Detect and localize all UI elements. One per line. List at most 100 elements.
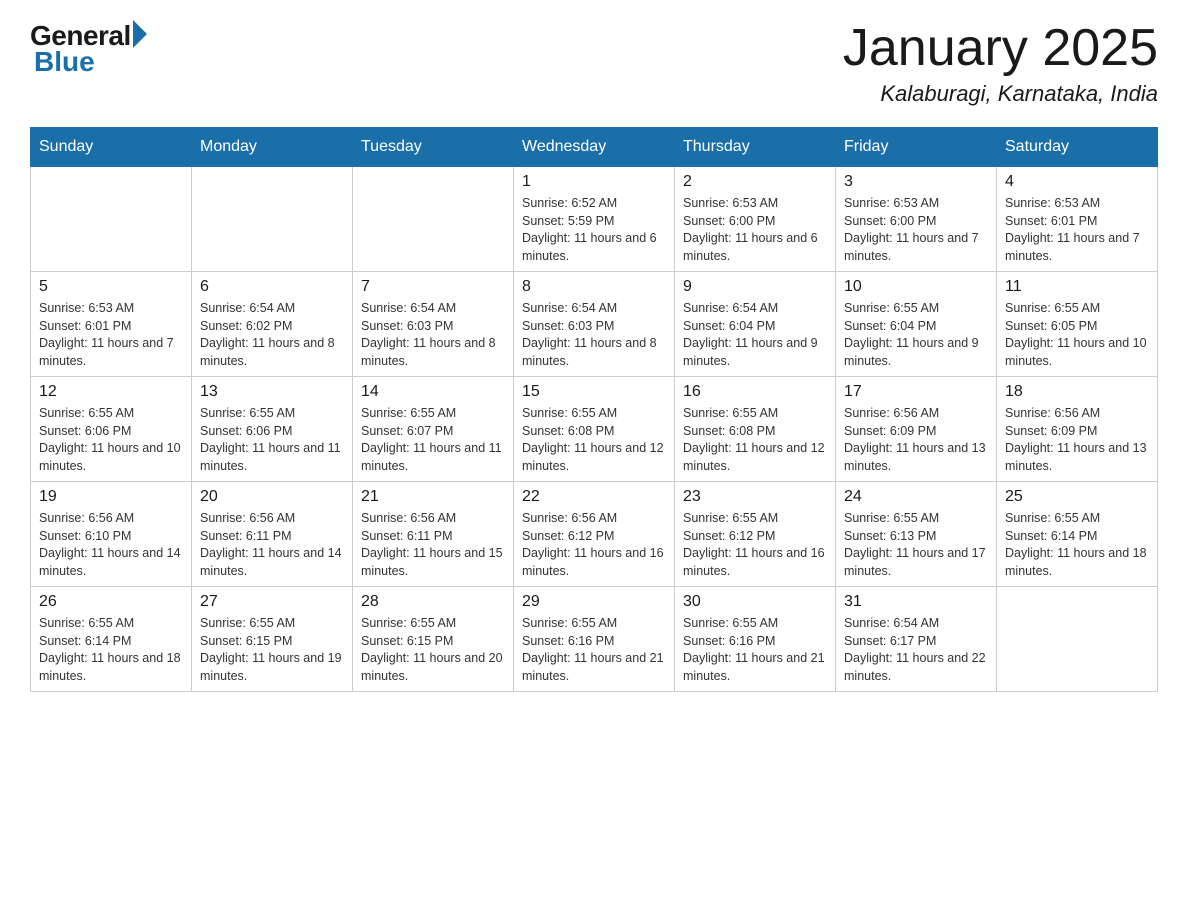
day-info: Sunrise: 6:56 AMSunset: 6:09 PMDaylight:… <box>1005 405 1149 475</box>
day-number: 27 <box>200 593 344 611</box>
day-number: 5 <box>39 278 183 296</box>
day-info: Sunrise: 6:56 AMSunset: 6:11 PMDaylight:… <box>200 510 344 580</box>
calendar-cell: 6Sunrise: 6:54 AMSunset: 6:02 PMDaylight… <box>192 272 353 377</box>
calendar-cell: 30 Sunrise: 6:55 AMSunset: 6:16 PMDayligh… <box>675 587 836 692</box>
calendar-cell: 14 Sunrise: 6:55 AMSunset: 6:07 PMDayligh… <box>353 377 514 482</box>
weekday-header-row: SundayMondayTuesdayWednesdayThursdayFrid… <box>31 128 1158 167</box>
day-info: Sunrise: 6:54 AMSunset: 6:04 PMDaylight:… <box>683 300 827 370</box>
day-info: Sunrise: 6:55 AMSunset: 6:14 PMDaylight:… <box>39 615 183 685</box>
day-number: 6 <box>200 278 344 296</box>
day-info: Sunrise: 6:54 AMSunset: 6:03 PMDaylight:… <box>522 300 666 370</box>
day-number: 28 <box>361 593 505 611</box>
day-number: 13 <box>200 383 344 401</box>
day-info: Sunrise: 6:54 AMSunset: 6:03 PMDaylight:… <box>361 300 505 370</box>
calendar-cell: 18 Sunrise: 6:56 AMSunset: 6:09 PMDayligh… <box>997 377 1158 482</box>
day-info: Sunrise: 6:56 AMSunset: 6:12 PMDaylight:… <box>522 510 666 580</box>
calendar-week-row: 12 Sunrise: 6:55 AMSunset: 6:06 PMDayligh… <box>31 377 1158 482</box>
day-number: 20 <box>200 488 344 506</box>
day-info: Sunrise: 6:53 AMSunset: 6:00 PMDaylight:… <box>683 195 827 265</box>
day-number: 1 <box>522 173 666 191</box>
calendar-cell: 7Sunrise: 6:54 AMSunset: 6:03 PMDaylight… <box>353 272 514 377</box>
calendar-table: SundayMondayTuesdayWednesdayThursdayFrid… <box>30 127 1158 692</box>
weekday-header-sunday: Sunday <box>31 128 192 167</box>
page-header: General Blue January 2025 Kalaburagi, Ka… <box>30 20 1158 107</box>
month-title: January 2025 <box>843 20 1158 77</box>
weekday-header-saturday: Saturday <box>997 128 1158 167</box>
calendar-cell: 13 Sunrise: 6:55 AMSunset: 6:06 PMDayligh… <box>192 377 353 482</box>
day-info: Sunrise: 6:55 AMSunset: 6:12 PMDaylight:… <box>683 510 827 580</box>
day-number: 10 <box>844 278 988 296</box>
calendar-cell: 16 Sunrise: 6:55 AMSunset: 6:08 PMDayligh… <box>675 377 836 482</box>
location-text: Kalaburagi, Karnataka, India <box>843 81 1158 107</box>
weekday-header-tuesday: Tuesday <box>353 128 514 167</box>
calendar-week-row: 5 Sunrise: 6:53 AMSunset: 6:01 PMDaylight… <box>31 272 1158 377</box>
day-number: 25 <box>1005 488 1149 506</box>
weekday-header-monday: Monday <box>192 128 353 167</box>
day-number: 18 <box>1005 383 1149 401</box>
logo-blue-text: Blue <box>34 46 95 78</box>
day-number: 24 <box>844 488 988 506</box>
day-info: Sunrise: 6:55 AMSunset: 6:16 PMDaylight:… <box>522 615 666 685</box>
day-info: Sunrise: 6:55 AMSunset: 6:08 PMDaylight:… <box>683 405 827 475</box>
calendar-cell: 28Sunrise: 6:55 AMSunset: 6:15 PMDayligh… <box>353 587 514 692</box>
calendar-cell: 3Sunrise: 6:53 AMSunset: 6:00 PMDaylight… <box>836 167 997 272</box>
day-info: Sunrise: 6:55 AMSunset: 6:07 PMDaylight:… <box>361 405 505 475</box>
day-info: Sunrise: 6:53 AMSunset: 6:01 PMDaylight:… <box>39 300 183 370</box>
logo-arrow-icon <box>133 20 147 48</box>
calendar-cell: 9Sunrise: 6:54 AMSunset: 6:04 PMDaylight… <box>675 272 836 377</box>
day-number: 19 <box>39 488 183 506</box>
day-number: 15 <box>522 383 666 401</box>
day-number: 21 <box>361 488 505 506</box>
day-info: Sunrise: 6:55 AMSunset: 6:16 PMDaylight:… <box>683 615 827 685</box>
calendar-cell: 8 Sunrise: 6:54 AMSunset: 6:03 PMDaylight… <box>514 272 675 377</box>
day-number: 2 <box>683 173 827 191</box>
day-info: Sunrise: 6:55 AMSunset: 6:14 PMDaylight:… <box>1005 510 1149 580</box>
day-info: Sunrise: 6:55 AMSunset: 6:15 PMDaylight:… <box>200 615 344 685</box>
calendar-cell <box>353 167 514 272</box>
day-info: Sunrise: 6:55 AMSunset: 6:06 PMDaylight:… <box>200 405 344 475</box>
calendar-cell: 12 Sunrise: 6:55 AMSunset: 6:06 PMDayligh… <box>31 377 192 482</box>
day-info: Sunrise: 6:54 AMSunset: 6:17 PMDaylight:… <box>844 615 988 685</box>
day-number: 4 <box>1005 173 1149 191</box>
day-number: 16 <box>683 383 827 401</box>
day-info: Sunrise: 6:55 AMSunset: 6:04 PMDaylight:… <box>844 300 988 370</box>
calendar-cell: 4 Sunrise: 6:53 AMSunset: 6:01 PMDaylight… <box>997 167 1158 272</box>
day-info: Sunrise: 6:55 AMSunset: 6:06 PMDaylight:… <box>39 405 183 475</box>
calendar-cell <box>997 587 1158 692</box>
calendar-week-row: 1Sunrise: 6:52 AMSunset: 5:59 PMDaylight… <box>31 167 1158 272</box>
calendar-cell: 20 Sunrise: 6:56 AMSunset: 6:11 PMDayligh… <box>192 482 353 587</box>
day-number: 12 <box>39 383 183 401</box>
weekday-header-thursday: Thursday <box>675 128 836 167</box>
calendar-cell: 11 Sunrise: 6:55 AMSunset: 6:05 PMDayligh… <box>997 272 1158 377</box>
day-info: Sunrise: 6:56 AMSunset: 6:11 PMDaylight:… <box>361 510 505 580</box>
calendar-cell: 22Sunrise: 6:56 AMSunset: 6:12 PMDayligh… <box>514 482 675 587</box>
day-number: 14 <box>361 383 505 401</box>
day-info: Sunrise: 6:53 AMSunset: 6:01 PMDaylight:… <box>1005 195 1149 265</box>
day-number: 30 <box>683 593 827 611</box>
calendar-cell <box>192 167 353 272</box>
calendar-cell: 25 Sunrise: 6:55 AMSunset: 6:14 PMDayligh… <box>997 482 1158 587</box>
day-number: 8 <box>522 278 666 296</box>
calendar-cell <box>31 167 192 272</box>
calendar-cell: 10 Sunrise: 6:55 AMSunset: 6:04 PMDayligh… <box>836 272 997 377</box>
weekday-header-friday: Friday <box>836 128 997 167</box>
logo: General Blue <box>30 20 147 78</box>
calendar-header: SundayMondayTuesdayWednesdayThursdayFrid… <box>31 128 1158 167</box>
calendar-cell: 19 Sunrise: 6:56 AMSunset: 6:10 PMDayligh… <box>31 482 192 587</box>
calendar-cell: 15 Sunrise: 6:55 AMSunset: 6:08 PMDayligh… <box>514 377 675 482</box>
calendar-body: 1Sunrise: 6:52 AMSunset: 5:59 PMDaylight… <box>31 167 1158 692</box>
day-info: Sunrise: 6:55 AMSunset: 6:05 PMDaylight:… <box>1005 300 1149 370</box>
day-number: 26 <box>39 593 183 611</box>
day-info: Sunrise: 6:55 AMSunset: 6:13 PMDaylight:… <box>844 510 988 580</box>
calendar-cell: 27 Sunrise: 6:55 AMSunset: 6:15 PMDayligh… <box>192 587 353 692</box>
day-number: 11 <box>1005 278 1149 296</box>
day-number: 17 <box>844 383 988 401</box>
day-info: Sunrise: 6:55 AMSunset: 6:08 PMDaylight:… <box>522 405 666 475</box>
calendar-cell: 31 Sunrise: 6:54 AMSunset: 6:17 PMDayligh… <box>836 587 997 692</box>
calendar-cell: 23Sunrise: 6:55 AMSunset: 6:12 PMDayligh… <box>675 482 836 587</box>
calendar-cell: 26 Sunrise: 6:55 AMSunset: 6:14 PMDayligh… <box>31 587 192 692</box>
calendar-cell: 5 Sunrise: 6:53 AMSunset: 6:01 PMDaylight… <box>31 272 192 377</box>
day-info: Sunrise: 6:56 AMSunset: 6:10 PMDaylight:… <box>39 510 183 580</box>
day-number: 31 <box>844 593 988 611</box>
calendar-week-row: 26 Sunrise: 6:55 AMSunset: 6:14 PMDayligh… <box>31 587 1158 692</box>
